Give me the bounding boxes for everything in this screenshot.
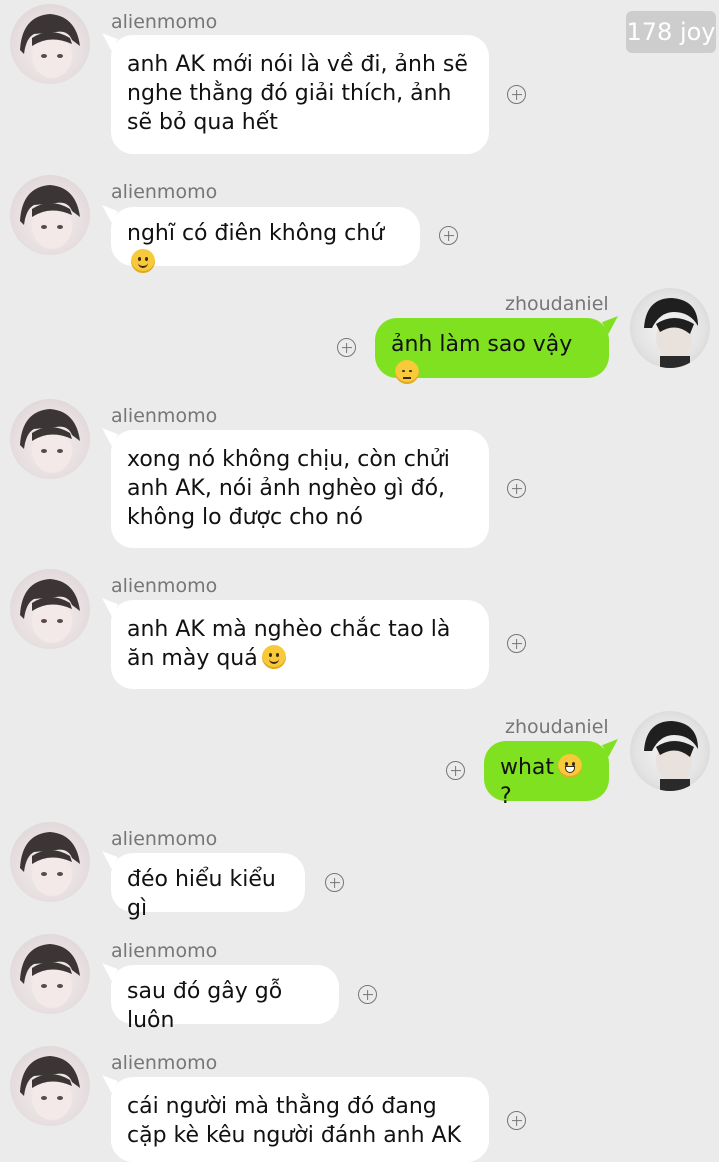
avatar-alienmomo[interactable] [10,4,90,84]
add-reaction-icon[interactable] [507,634,526,653]
message-bubble[interactable]: anh AK mới nói là về đi, ảnh sẽ nghe thằ… [111,35,489,154]
avatar-alienmomo[interactable] [10,1046,90,1126]
sender-name: alienmomo [111,405,218,427]
message-text: đéo hiểu kiểu gì [127,867,276,921]
message-text: anh AK mà nghèo chắc tao là ăn mày quá [127,617,451,671]
message-bubble[interactable]: ảnh làm sao vậy [375,318,609,384]
message-text: anh AK mới nói là về đi, ảnh sẽ nghe thằ… [127,52,468,135]
sender-name: alienmomo [111,940,218,962]
sender-name: zhoudaniel [505,293,609,315]
add-reaction-icon[interactable] [439,226,458,245]
avatar-alienmomo[interactable] [10,822,90,902]
slightly-smiling-face-icon [261,645,286,669]
avatar-alienmomo[interactable] [10,399,90,479]
message-text: what [500,755,555,780]
message-bubble[interactable]: xong nó không chịu, còn chửi anh AK, nói… [111,430,489,548]
add-reaction-icon[interactable] [507,85,526,104]
message-text: sau đó gây gỗ luôn [127,979,283,1033]
message-text: cái người mà thằng đó đang cặp kè kêu ng… [127,1094,462,1148]
avatar-alienmomo[interactable] [10,934,90,1014]
message-text: nghĩ có điên không chứ [127,221,385,246]
message-bubble[interactable]: đéo hiểu kiểu gì [111,853,305,921]
message-bubble[interactable]: cái người mà thằng đó đang cặp kè kêu ng… [111,1077,489,1162]
message-bubble[interactable]: sau đó gây gỗ luôn [111,965,339,1033]
message-text: xong nó không chịu, còn chửi anh AK, nói… [127,447,450,530]
sender-name: alienmomo [111,575,218,597]
watermark-badge: 178 joy [626,11,716,53]
avatar-zhoudaniel[interactable] [630,288,710,368]
sender-name: zhoudaniel [505,716,609,738]
avatar-alienmomo[interactable] [10,175,90,255]
face-with-steam-icon [395,360,419,384]
slightly-smiling-face-icon [131,249,155,273]
message-text: ảnh làm sao vậy [391,332,573,357]
sender-name: alienmomo [111,181,218,203]
add-reaction-icon[interactable] [446,761,465,780]
avatar-alienmomo[interactable] [10,569,90,649]
message-bubble[interactable]: what? [484,741,609,809]
avatar-zhoudaniel[interactable] [630,711,710,791]
sender-name: alienmomo [111,1052,218,1074]
add-reaction-icon[interactable] [358,985,377,1004]
message-bubble[interactable]: nghĩ có điên không chứ [111,207,420,273]
message-text-suffix: ? [500,784,512,809]
add-reaction-icon[interactable] [337,338,356,357]
sender-name: alienmomo [111,11,218,33]
sender-name: alienmomo [111,828,218,850]
add-reaction-icon[interactable] [507,479,526,498]
add-reaction-icon[interactable] [325,873,344,892]
add-reaction-icon[interactable] [507,1111,526,1130]
grinning-face-icon [558,754,583,778]
message-bubble[interactable]: anh AK mà nghèo chắc tao là ăn mày quá [111,600,489,689]
